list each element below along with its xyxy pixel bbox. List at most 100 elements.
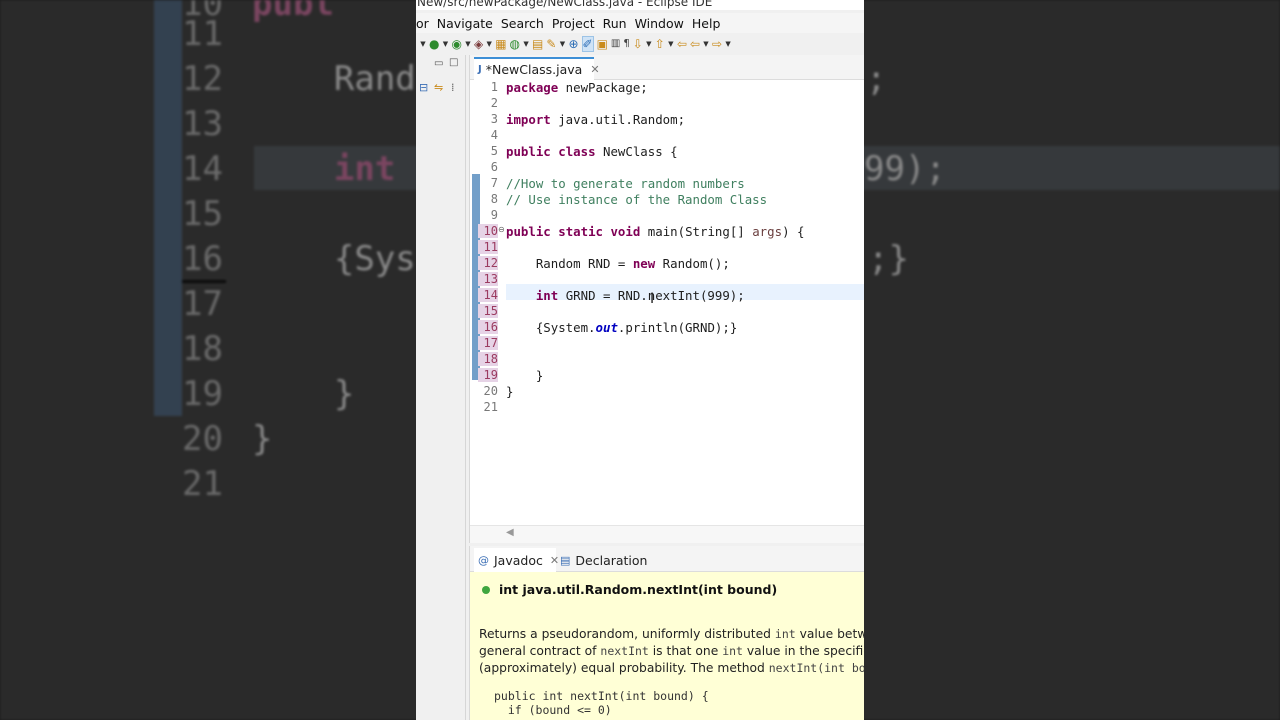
code-line: }	[506, 368, 544, 383]
maximize-icon[interactable]: □	[449, 57, 458, 68]
declaration-icon: ▤	[560, 553, 571, 567]
left-side-trim: ▭ □ ⊟ ⇋ ⁞	[416, 55, 466, 720]
close-icon[interactable]: ✕	[590, 63, 599, 76]
code-line: import java.util.Random;	[506, 112, 686, 127]
java-file-icon: J	[478, 64, 482, 75]
forward-icon[interactable]: ⇨	[712, 37, 722, 51]
bg-line: 12 Rand	[182, 59, 416, 99]
doc-code-line: if (bound <= 0)	[494, 703, 612, 717]
mark-occurrences-icon[interactable]: ✐	[581, 36, 594, 52]
bg-line: 18	[182, 329, 223, 369]
toolbar: ▼ ● ▼ ◉ ▼ ◈ ▼ ▦ ◍ ▼ ▤ ✎ ▼ ⊕ ✐ ▣ ▥ ¶ ⇩ ▼ …	[416, 33, 864, 55]
line-number: 19	[478, 368, 498, 382]
line-number: 1	[490, 80, 498, 94]
dropdown-arrow-icon[interactable]: ▼	[703, 37, 709, 51]
dropdown-arrow-icon[interactable]: ▼	[559, 37, 565, 51]
bg-line: 15	[182, 194, 223, 234]
code-line: //How to generate random numbers	[506, 176, 745, 191]
line-number: 5	[490, 144, 498, 158]
new-package-icon[interactable]: ▦	[495, 37, 506, 51]
menu-item-navigate[interactable]: Navigate	[437, 16, 493, 31]
eclipse-window: New/src/newPackage/NewClass.java - Eclip…	[416, 0, 864, 720]
dropdown-arrow-icon[interactable]: ▼	[646, 37, 652, 51]
show-whitespace-icon[interactable]: ▥	[611, 37, 620, 51]
menu-bar: or Navigate Search Project Run Window He…	[416, 13, 864, 33]
code-line: }	[506, 384, 514, 399]
code-line: public static void main(String[] args) {	[506, 224, 805, 239]
java-editor: J *NewClass.java ✕ 1 2 3 4 5 6 7 8 9 10 …	[469, 55, 864, 543]
line-number: 3	[490, 112, 498, 126]
line-number: 7	[490, 176, 498, 190]
dropdown-arrow-icon[interactable]: ▼	[442, 37, 448, 51]
bg-change-ruler	[154, 0, 182, 416]
open-type-icon[interactable]: ▤	[532, 37, 543, 51]
tab-newclass-java[interactable]: J *NewClass.java ✕	[474, 57, 600, 80]
line-number: 16	[478, 320, 498, 334]
line-number: 12	[478, 256, 498, 270]
block-selection-icon[interactable]: ▣	[597, 37, 608, 51]
doc-paragraph-line: Returns a pseudorandom, uniformly distri…	[479, 627, 864, 641]
bg-fragment: ;	[866, 59, 887, 99]
code-line: {System.out.println(GRND);}	[506, 320, 738, 335]
doc-paragraph-line: general contract of nextInt is that one …	[479, 644, 864, 658]
code-line: package newPackage;	[506, 80, 648, 95]
package-explorer-icon[interactable]: ⊟	[419, 81, 428, 94]
dropdown-arrow-icon[interactable]: ▼	[486, 37, 492, 51]
tab-javadoc[interactable]: @ Javadoc ✕	[474, 548, 559, 572]
dropdown-arrow-icon[interactable]: ▼	[668, 37, 674, 51]
menu-item-editor[interactable]: or	[416, 16, 429, 31]
outline-icon[interactable]: ⁞	[451, 81, 455, 94]
line-number: 21	[483, 400, 498, 414]
back-icon[interactable]: ⇦	[690, 37, 700, 51]
bg-line: 19 }	[182, 374, 355, 414]
code-area[interactable]: 1 2 3 4 5 6 7 8 9 10 ⊖ 11 12 13 14 15 16…	[470, 80, 864, 525]
line-number: 2	[490, 96, 498, 110]
fold-toggle-icon[interactable]: ⊖	[498, 225, 505, 234]
code-line: int GRND = RND.nextInt(999);	[535, 288, 745, 303]
menu-item-window[interactable]: Window	[635, 16, 684, 31]
external-tools-icon[interactable]: ◈	[474, 37, 483, 51]
type-hierarchy-icon[interactable]: ⇋	[434, 81, 443, 94]
previous-annotation-icon[interactable]: ⇧	[655, 37, 665, 51]
text-cursor-icon: I	[650, 291, 655, 307]
dropdown-arrow-icon[interactable]: ▼	[420, 37, 426, 51]
bg-line: 21	[182, 464, 223, 504]
menu-item-help[interactable]: Help	[692, 16, 721, 31]
code-line: public class NewClass {	[506, 144, 678, 159]
tab-declaration[interactable]: ▤ Declaration	[558, 548, 658, 572]
line-number: 10	[478, 224, 498, 238]
panel-tab-bar: @ Javadoc ✕ ▤ Declaration	[470, 546, 864, 572]
tab-label: Declaration	[575, 552, 648, 568]
public-method-icon	[482, 585, 490, 594]
code-line: // Use instance of the Random Class	[506, 192, 768, 207]
coverage-icon[interactable]: ◉	[451, 37, 461, 51]
javadoc-panel: @ Javadoc ✕ ▤ Declaration int java.util.…	[469, 546, 864, 720]
javadoc-icon: @	[478, 553, 489, 567]
run-icon[interactable]: ●	[429, 37, 439, 51]
search-icon[interactable]: ✎	[546, 37, 556, 51]
pilcrow-icon[interactable]: ¶	[623, 37, 629, 51]
dropdown-arrow-icon[interactable]: ▼	[523, 37, 529, 51]
minimize-icon[interactable]: ▭	[434, 58, 443, 69]
new-class-icon[interactable]: ◍	[510, 37, 520, 51]
tab-label: *NewClass.java	[485, 62, 583, 77]
next-annotation-icon[interactable]: ⇩	[633, 37, 643, 51]
menu-item-project[interactable]: Project	[552, 16, 595, 31]
line-number: 13	[478, 272, 498, 286]
bg-line: 14 int	[182, 149, 396, 189]
menu-item-search[interactable]: Search	[501, 16, 544, 31]
line-number: 18	[478, 352, 498, 366]
menu-item-run[interactable]: Run	[603, 16, 627, 31]
bg-line: 17	[182, 284, 223, 324]
last-edit-icon[interactable]: ⇦	[677, 37, 687, 51]
dropdown-arrow-icon[interactable]: ▼	[725, 37, 731, 51]
line-number: 6	[490, 160, 498, 174]
horizontal-scrollbar[interactable]: ◀	[470, 525, 864, 543]
scroll-left-icon[interactable]: ◀	[506, 527, 514, 538]
line-number: 8	[490, 192, 498, 206]
line-number: 11	[478, 240, 498, 254]
dropdown-arrow-icon[interactable]: ▼	[465, 37, 471, 51]
bg-line: 20}	[182, 419, 273, 459]
code-line: Random RND = new Random();	[506, 256, 730, 271]
toggle-breadcrumb-icon[interactable]: ⊕	[568, 37, 578, 51]
